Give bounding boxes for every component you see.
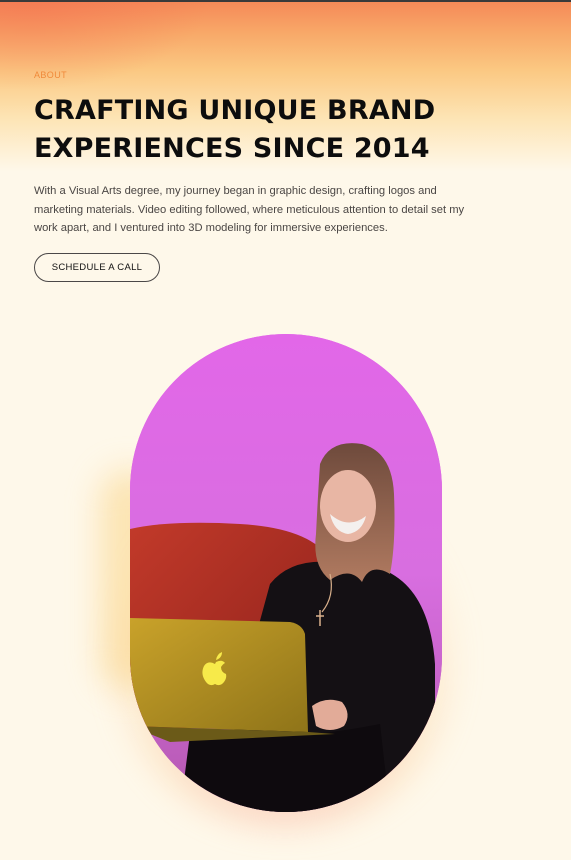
schedule-call-button[interactable]: SCHEDULE A CALL — [34, 253, 160, 282]
description-line: marketing materials. Video editing follo… — [34, 203, 465, 216]
title-line: EXPERIENCES SINCE 2014 — [34, 133, 430, 164]
title-line: CRAFTING UNIQUE BRAND — [34, 95, 436, 126]
page-title: CRAFTING UNIQUE BRAND EXPERIENCES SINCE … — [34, 92, 514, 168]
portrait-illustration — [130, 334, 442, 812]
section-eyebrow: ABOUT — [34, 70, 68, 80]
portrait-image — [130, 334, 442, 812]
about-description: With a Visual Arts degree, my journey be… — [34, 182, 544, 238]
description-line: With a Visual Arts degree, my journey be… — [34, 185, 437, 197]
description-line: work apart, and I ventured into 3D model… — [34, 222, 388, 234]
